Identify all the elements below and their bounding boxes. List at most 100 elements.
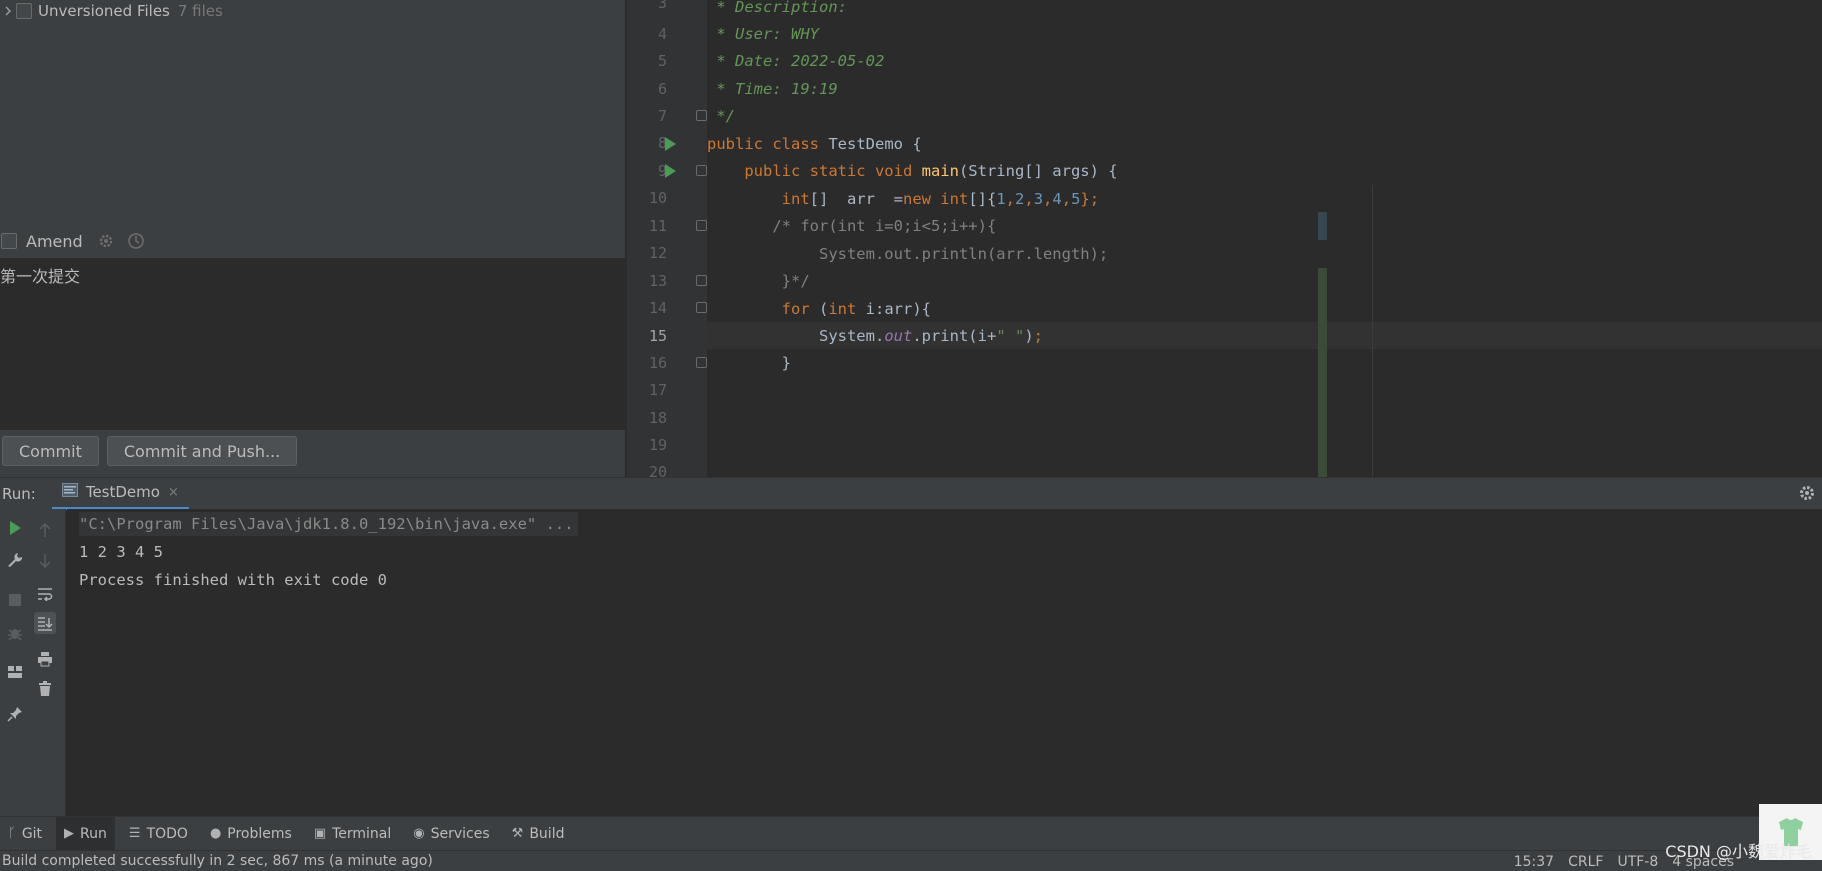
method-name: main [921, 161, 959, 180]
tool-git[interactable]: ᚴ Git [0, 817, 50, 851]
console-command-line: "C:\Program Files\Java\jdk1.8.0_192\bin\… [79, 512, 578, 536]
layout-icon[interactable] [4, 661, 26, 683]
run-class-icon[interactable] [665, 137, 676, 151]
code-text: public class TestDemo { [707, 135, 922, 153]
tool-run-label: Run [80, 825, 107, 842]
fold-icon[interactable] [696, 275, 707, 286]
number: 3 [1033, 189, 1044, 208]
unversioned-files-checkbox[interactable] [16, 3, 32, 19]
run-main-icon[interactable] [665, 164, 676, 178]
tool-terminal[interactable]: ▣ Terminal [306, 817, 399, 851]
code-text: public static void main(String[] args) { [707, 161, 1118, 180]
print-icon[interactable] [34, 648, 56, 670]
code-line-13: }*/ [707, 267, 1822, 294]
tool-todo-label: TODO [146, 825, 188, 842]
fold-icon[interactable] [696, 110, 707, 121]
string-literal: " " [996, 326, 1025, 345]
commit-button[interactable]: Commit [2, 436, 99, 466]
arrow-down-icon[interactable] [34, 550, 56, 572]
tool-todo[interactable]: ☰ TODO [121, 817, 196, 851]
tree-row-unversioned-files[interactable]: Unversioned Files 7 files [0, 0, 223, 22]
amend-bar: Amend [0, 228, 625, 254]
block-comment: System.out.println(arr.length); [707, 244, 1109, 263]
console-icon [61, 483, 78, 501]
vcs-modified-marker[interactable] [1318, 212, 1327, 240]
keyword: for [781, 299, 819, 318]
commit-message-input[interactable]: 第一次提交 [0, 258, 625, 430]
file-encoding[interactable]: UTF-8 [1617, 854, 1658, 870]
fold-icon[interactable] [696, 220, 707, 231]
line-number: 12 [648, 244, 667, 262]
line-number: 18 [648, 409, 667, 427]
pin-icon[interactable] [4, 703, 26, 725]
line-number: 6 [657, 80, 667, 98]
console-output[interactable]: "C:\Program Files\Java\jdk1.8.0_192\bin\… [67, 509, 1822, 816]
debug-icon[interactable] [4, 622, 26, 644]
scroll-to-end-icon[interactable] [34, 612, 56, 634]
identifier: i:arr){ [865, 299, 931, 318]
commit-buttons: Commit Commit and Push... [0, 436, 305, 468]
run-toolbar-left [0, 509, 30, 816]
number: 5 [1071, 189, 1081, 208]
tab-testdemo[interactable]: TestDemo × [51, 478, 189, 510]
stop-icon[interactable] [4, 589, 26, 611]
status-message[interactable]: Build completed successfully in 2 sec, 8… [2, 853, 433, 869]
run-window-header: Run: TestDemo × [0, 477, 1822, 510]
code-line-14: for (int i:arr){ [707, 295, 1822, 322]
code-editor[interactable]: 3 4 5 6 7 8 9 10 11 12 13 14 15 16 17 18… [627, 0, 1822, 477]
doc-comment: * Time: 19:19 [707, 79, 838, 98]
tool-build[interactable]: ⚒ Build [504, 817, 573, 851]
tool-run[interactable]: ▶ Run [56, 816, 115, 851]
code-line-12: System.out.println(arr.length); [707, 240, 1822, 267]
caret-position[interactable]: 15:37 [1514, 854, 1554, 870]
services-icon: ◉ [413, 826, 425, 841]
number: 2 [1015, 189, 1025, 208]
doc-comment: * User: WHY [707, 24, 819, 43]
fold-icon[interactable] [696, 357, 707, 368]
gear-icon[interactable] [1798, 484, 1816, 506]
block-comment: /* for(int i=0;i<5;i++){ [707, 216, 997, 235]
code-line-8: public class TestDemo { [707, 130, 1822, 157]
todo-list-icon: ☰ [128, 826, 141, 841]
fold-icon[interactable] [696, 165, 707, 176]
editor-gutter: 3 4 5 6 7 8 9 10 11 12 13 14 15 16 17 18… [627, 0, 707, 477]
arrow-up-icon[interactable] [34, 519, 56, 541]
trash-icon[interactable] [34, 678, 56, 700]
identifier: ) [1024, 326, 1034, 345]
rerun-icon[interactable] [4, 517, 26, 539]
identifier: (String[] args) { [958, 161, 1118, 180]
history-icon[interactable] [125, 230, 147, 252]
line-separator[interactable]: CRLF [1568, 854, 1603, 870]
tool-problems[interactable]: ● Problems [202, 817, 300, 851]
keyword: int [828, 299, 866, 318]
identifier: TestDemo { [828, 134, 922, 153]
gear-icon[interactable] [95, 230, 117, 252]
code-line-9: public static void main(String[] args) { [707, 157, 1822, 184]
doc-comment: * Date: 2022-05-02 [707, 51, 885, 70]
soft-wrap-icon[interactable] [34, 583, 56, 605]
commit-and-push-button[interactable]: Commit and Push... [106, 436, 298, 466]
close-icon[interactable]: × [168, 485, 179, 500]
wrench-icon[interactable] [4, 549, 26, 571]
line-number: 13 [648, 272, 667, 290]
vcs-added-marker[interactable] [1318, 268, 1327, 477]
doc-comment: * Description: [707, 0, 847, 16]
line-number: 3 [657, 0, 667, 12]
comma: , [1024, 189, 1034, 208]
comma: , [1061, 189, 1072, 208]
identifier: .print(i+ [912, 326, 997, 345]
fold-icon[interactable] [696, 302, 707, 313]
tool-git-label: Git [21, 825, 43, 842]
chevron-right-icon[interactable] [0, 0, 16, 22]
amend-checkbox[interactable] [1, 233, 17, 249]
code-area[interactable]: * Description: * User: WHY * Date: 2022-… [707, 0, 1822, 477]
tool-services[interactable]: ◉ Services [405, 817, 497, 851]
changes-tree: Unversioned Files 7 files [0, 0, 625, 228]
code-line-16: } [707, 349, 1822, 376]
terminator: }; [1080, 189, 1100, 208]
code-line-3: * Description: [707, 0, 1822, 20]
tree-item-label: Unversioned Files [38, 2, 170, 20]
